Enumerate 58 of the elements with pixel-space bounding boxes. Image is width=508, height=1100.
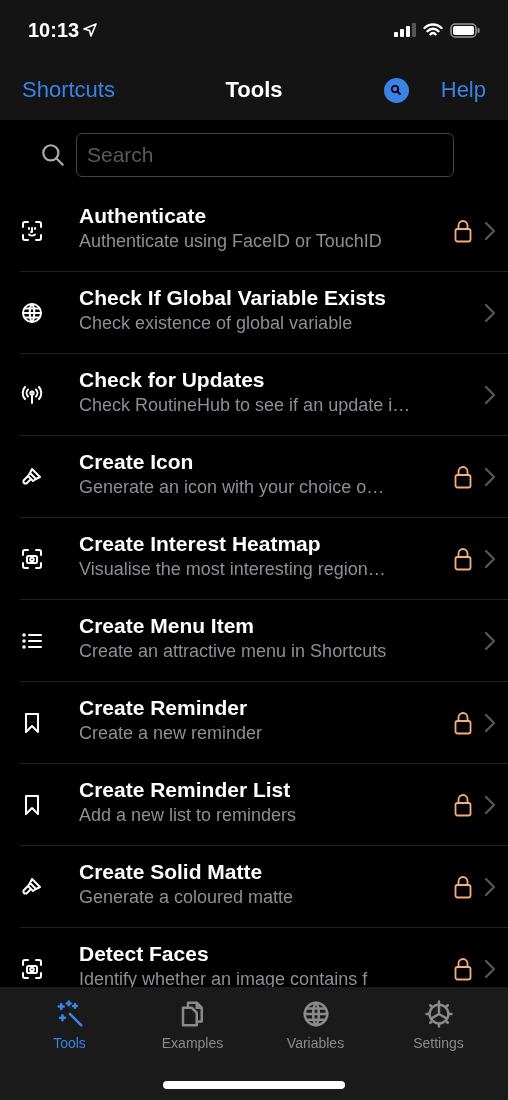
help-button[interactable]: Help xyxy=(440,77,486,103)
search-icon[interactable] xyxy=(383,77,409,103)
tool-row[interactable]: Create Reminder List Add a new list to reminders xyxy=(20,764,508,846)
chevron-icon xyxy=(484,630,496,651)
chevron-icon xyxy=(484,220,496,241)
location-arrow-icon xyxy=(83,23,98,37)
tool-description: Add a new list to reminders xyxy=(79,804,298,826)
chevron-icon xyxy=(484,548,496,569)
chevron-icon xyxy=(484,794,496,815)
chevron-icon xyxy=(484,384,496,405)
chevron-icon xyxy=(484,958,496,979)
tool-description: Check existence of global variable xyxy=(79,312,354,334)
tool-row[interactable]: Create Menu Item Create an attractive menu in Shortcuts xyxy=(20,600,508,682)
camera-viewfinder-icon xyxy=(20,956,44,981)
signal-icon xyxy=(394,23,416,37)
tool-row[interactable]: Create Interest Heatmap Visualise the most interesting region… xyxy=(20,518,508,600)
chevron-icon xyxy=(484,876,496,897)
tool-title[interactable]: Create Icon xyxy=(79,449,454,474)
tool-row[interactable]: Create Icon Generate an icon with your choice o… xyxy=(20,436,508,518)
tool-description: Authenticate using FaceID or TouchID xyxy=(79,230,383,252)
tool-description: Generate an icon with your choice o… xyxy=(79,476,386,498)
globe-icon xyxy=(20,300,44,325)
tool-title[interactable]: Authenticate xyxy=(79,203,454,228)
tool-row[interactable]: Authenticate Authenticate using FaceID or TouchID xyxy=(20,190,508,272)
tab-item[interactable]: Tools xyxy=(8,987,131,1100)
wifi-icon xyxy=(423,22,443,38)
tool-title[interactable]: Create Menu Item xyxy=(79,613,484,638)
camera-viewfinder-icon xyxy=(20,546,44,571)
tab-item[interactable]: Settings xyxy=(377,987,500,1100)
tool-description: Create an attractive menu in Shortcuts xyxy=(79,640,388,662)
nav-title: Tools xyxy=(225,77,283,102)
tool-description: Generate a coloured matte xyxy=(79,886,295,908)
chevron-icon xyxy=(484,712,496,733)
tool-title[interactable]: Create Solid Matte xyxy=(79,859,454,884)
tab-item[interactable]: Examples xyxy=(131,987,254,1100)
search-field[interactable]: Search xyxy=(76,133,454,177)
tool-title[interactable]: Create Reminder xyxy=(79,695,454,720)
tool-row[interactable]: Create Reminder Create a new reminder xyxy=(20,682,508,764)
tool-description: Visualise the most interesting region… xyxy=(79,558,387,580)
tool-title[interactable]: Check If Global Variable Exists xyxy=(79,285,484,310)
tool-title[interactable]: Create Reminder List xyxy=(79,777,454,802)
back-button[interactable]: Shortcuts xyxy=(22,77,115,103)
face-id-icon xyxy=(20,218,44,243)
tool-row[interactable]: Check If Global Variable Exists Check existence of global variable xyxy=(20,272,508,354)
status-time: 10:13 xyxy=(28,18,80,42)
tab-item[interactable]: Variables xyxy=(254,987,377,1100)
chevron-icon xyxy=(484,302,496,323)
search-icon xyxy=(40,142,66,168)
tool-title[interactable]: Check for Updates xyxy=(79,367,484,392)
battery-icon xyxy=(450,22,480,38)
tool-description: Create a new reminder xyxy=(79,722,264,744)
tool-title[interactable]: Create Interest Heatmap xyxy=(79,531,454,556)
chevron-icon xyxy=(484,466,496,487)
tool-description: Check RoutineHub to see if an update i… xyxy=(79,394,412,416)
tool-row[interactable]: Create Solid Matte Generate a coloured matte xyxy=(20,846,508,928)
gear-icon xyxy=(423,999,454,1029)
tool-row[interactable]: Check for Updates Check RoutineHub to see if an update i… xyxy=(20,354,508,436)
tool-title[interactable]: Detect Faces xyxy=(79,941,454,966)
